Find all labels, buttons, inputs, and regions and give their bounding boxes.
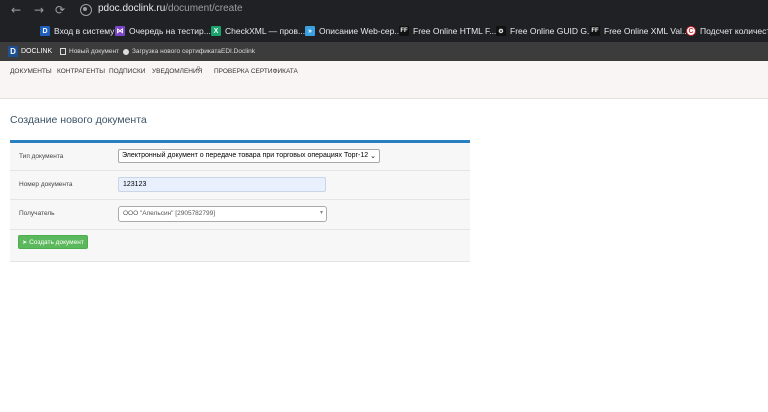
browser-address-bar: ← → ⟳ pdoc.doclink.ru/document/create bbox=[0, 0, 768, 20]
ff-icon: FF bbox=[590, 26, 600, 36]
row-divider bbox=[10, 170, 470, 171]
recipient-select[interactable]: ООО "Апельсин" [2905782799] ▾ bbox=[118, 206, 327, 222]
document-icon bbox=[60, 48, 66, 55]
site-info-icon[interactable] bbox=[80, 4, 92, 16]
page-title: Создание нового документа bbox=[10, 114, 147, 126]
url-host: pdoc.doclink.ru bbox=[98, 3, 166, 14]
bookmarks-bar: D Вход в систему ⋈ Очередь на тестир... … bbox=[0, 20, 768, 42]
chevron-down-icon: ⌄ bbox=[370, 152, 376, 160]
bookmark-label: Free Online GUID G... bbox=[510, 26, 595, 36]
logo-text: DOCLINK bbox=[21, 48, 53, 55]
nav-edi-label: EDI.Doclink bbox=[221, 48, 255, 55]
guid-icon: ⚙ bbox=[496, 26, 506, 36]
nav-load-certificate[interactable]: Загрузка нового сертификата bbox=[123, 46, 221, 57]
notifications-count: 0 bbox=[197, 66, 200, 72]
bookmark-opisanie[interactable]: » Описание Web-сер... bbox=[305, 23, 401, 39]
arrow-icon: » bbox=[305, 26, 315, 36]
recipient-label: Получатель bbox=[19, 210, 55, 217]
main-submenu: ДОКУМЕНТЫ КОНТРАГЕНТЫ ПОДПИСКИ УВЕДОМЛЕН… bbox=[0, 61, 768, 99]
bookmark-label: CheckXML — пров... bbox=[225, 26, 306, 36]
nav-load-certificate-label: Загрузка нового сертификата bbox=[132, 48, 221, 55]
bookmark-guid[interactable]: ⚙ Free Online GUID G... bbox=[496, 23, 594, 39]
url-field[interactable]: pdoc.doclink.ru/document/create bbox=[98, 3, 243, 14]
recipient-value: ООО "Апельсин" [2905782799] bbox=[123, 210, 216, 217]
bookmark-ochered[interactable]: ⋈ Очередь на тестир... bbox=[115, 23, 211, 39]
bookmark-label: Free Online XML Val... bbox=[604, 26, 690, 36]
row-divider bbox=[10, 229, 470, 230]
menu-contractors[interactable]: КОНТРАГЕНТЫ bbox=[57, 68, 105, 75]
menu-documents[interactable]: ДОКУМЕНТЫ bbox=[10, 68, 52, 75]
bookmark-label: Free Online HTML F... bbox=[413, 26, 497, 36]
nav-new-document[interactable]: Новый документ bbox=[60, 46, 119, 57]
doc-type-select[interactable]: Электронный документ о передаче товара п… bbox=[118, 149, 380, 163]
forward-arrow-icon[interactable]: → bbox=[31, 2, 47, 18]
certificate-icon bbox=[123, 48, 129, 55]
ff-icon: FF bbox=[399, 26, 409, 36]
bookmark-label: Вход в систему bbox=[54, 26, 115, 36]
reload-icon[interactable]: ⟳ bbox=[52, 2, 68, 18]
bookmark-checkxml[interactable]: X CheckXML — пров... bbox=[211, 23, 305, 39]
doc-number-input[interactable]: 123123 bbox=[118, 177, 326, 192]
send-icon: ➤ bbox=[22, 238, 28, 246]
doc-type-label: Тип документа bbox=[19, 153, 64, 160]
caret-down-icon: ▾ bbox=[319, 209, 323, 216]
bookmark-vhod[interactable]: D Вход в систему bbox=[40, 23, 114, 39]
back-arrow-icon[interactable]: ← bbox=[8, 2, 24, 18]
create-document-button[interactable]: ➤ Создать документ bbox=[18, 235, 88, 249]
bookmark-label: Очередь на тестир... bbox=[129, 26, 211, 36]
doclink-logo[interactable]: D DOCLINK bbox=[8, 45, 52, 58]
menu-subscriptions[interactable]: ПОДПИСКИ bbox=[109, 68, 145, 75]
create-document-label: Создать документ bbox=[29, 238, 84, 246]
bookmark-html-formatter[interactable]: FF Free Online HTML F... bbox=[399, 23, 496, 39]
bookmark-podschet[interactable]: C Подсчет количеств... bbox=[686, 23, 768, 39]
menu-check-certificate[interactable]: ПРОВЕРКА СЕРТИФИКАТА bbox=[214, 68, 298, 75]
url-path: /document/create bbox=[165, 3, 243, 14]
create-document-form: Тип документа Электронный документ о пер… bbox=[10, 143, 470, 262]
doc-type-value: Электронный документ о передаче товара п… bbox=[122, 152, 369, 159]
doc-number-label: Номер документа bbox=[19, 181, 73, 188]
visual-studio-icon: ⋈ bbox=[115, 26, 125, 36]
logo-badge: D bbox=[8, 46, 18, 57]
bookmark-xml-validator[interactable]: FF Free Online XML Val... bbox=[590, 23, 689, 39]
copyright-icon: C bbox=[686, 26, 696, 36]
site-topbar: D DOCLINK Новый документ Загрузка нового… bbox=[0, 42, 768, 61]
nav-new-document-label: Новый документ bbox=[69, 48, 120, 55]
bookmark-label: Подсчет количеств... bbox=[700, 26, 768, 36]
bookmark-label: Описание Web-сер... bbox=[319, 26, 402, 36]
row-divider bbox=[10, 199, 470, 200]
checkxml-icon: X bbox=[211, 26, 221, 36]
nav-edi[interactable]: EDI.Doclink bbox=[221, 46, 255, 57]
menu-notifications[interactable]: УВЕДОМЛЕНИЯ bbox=[152, 68, 202, 75]
doclink-icon: D bbox=[40, 26, 50, 36]
